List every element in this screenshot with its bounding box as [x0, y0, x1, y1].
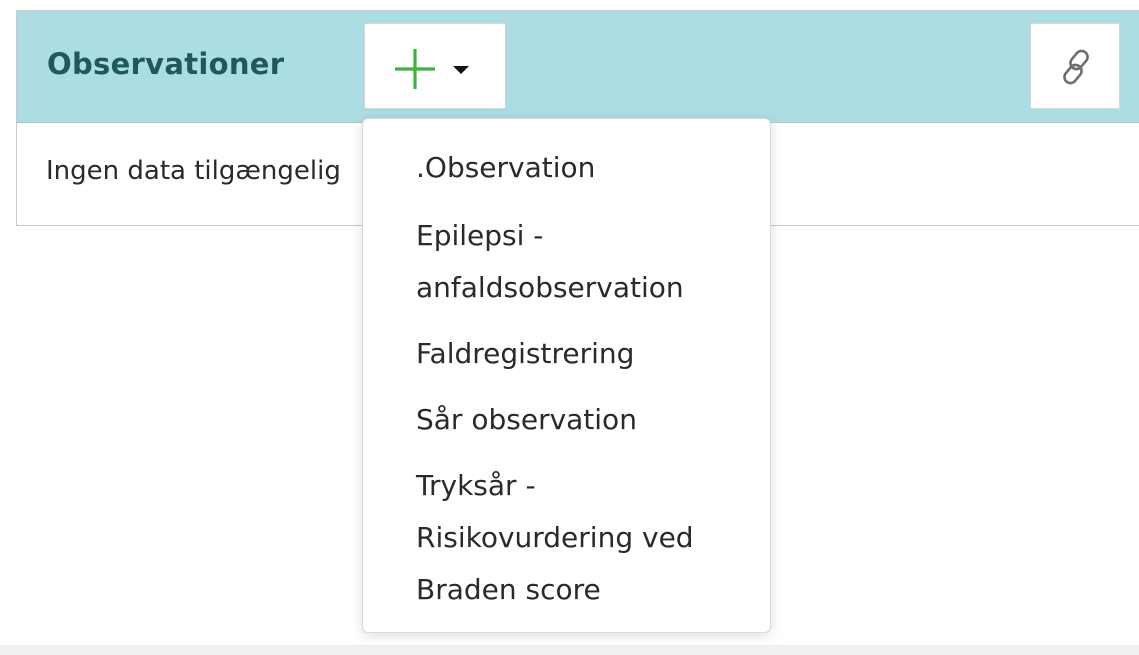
menu-item-epilepsi-anfaldsobservation[interactable]: Epilepsi - anfaldsobservation	[416, 210, 756, 314]
menu-item-observation[interactable]: .Observation	[416, 142, 756, 194]
menu-item-label: Faldregistrering	[416, 337, 635, 370]
panel-header: Observationer	[17, 11, 1139, 123]
add-observation-dropdown: .Observation Epilepsi - anfaldsobservati…	[362, 118, 771, 633]
link-icon	[1063, 49, 1089, 85]
caret-down-icon	[453, 66, 469, 74]
menu-item-tryksaar-braden-score[interactable]: Tryksår - Risikovurdering ved Braden sco…	[416, 460, 756, 616]
menu-item-saar-observation[interactable]: Sår observation	[416, 394, 756, 446]
bottom-strip	[0, 645, 1139, 655]
menu-item-label: Tryksår - Risikovurdering ved Braden sco…	[416, 469, 694, 606]
empty-state-text: Ingen data tilgængelig	[46, 156, 341, 186]
menu-item-label: Epilepsi - anfaldsobservation	[416, 219, 684, 304]
menu-item-faldregistrering[interactable]: Faldregistrering	[416, 328, 756, 380]
plus-icon	[395, 49, 435, 89]
menu-item-label: Sår observation	[416, 403, 637, 436]
panel-title: Observationer	[47, 47, 285, 81]
menu-item-label: .Observation	[416, 151, 596, 184]
link-button[interactable]	[1030, 23, 1120, 109]
add-observation-button[interactable]	[364, 23, 506, 109]
